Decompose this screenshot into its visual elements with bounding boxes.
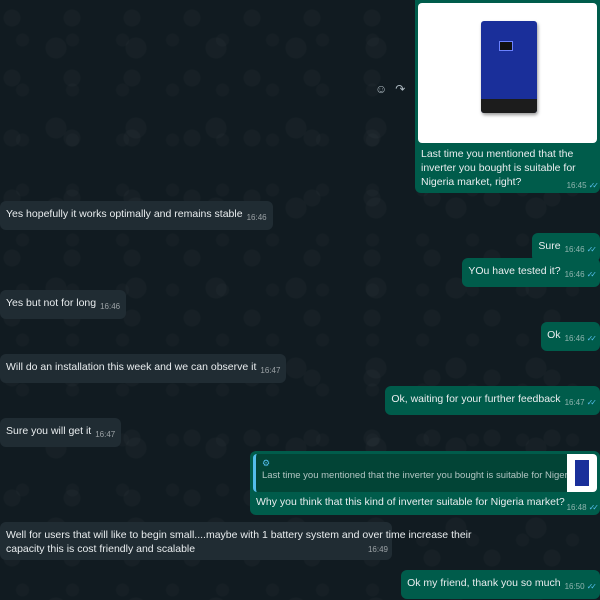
outgoing-message[interactable]: Ok my friend, thank you so much 16:50 ✓✓: [401, 570, 600, 599]
read-ticks-icon: ✓✓: [586, 582, 598, 591]
incoming-message[interactable]: Yes hopefully it works optimally and rem…: [0, 201, 273, 230]
message-time: 16:50: [564, 582, 585, 591]
message-text: Ok, waiting for your further feedback: [391, 393, 561, 405]
message-text-line-2: capacity this is cost friendly and scala…: [6, 543, 196, 555]
incoming-message[interactable]: Will do an installation this week and we…: [0, 354, 287, 383]
forward-icon[interactable]: ↷: [395, 82, 405, 96]
inverter-image[interactable]: [418, 3, 597, 143]
message-time: 16:47: [95, 430, 116, 439]
outgoing-message[interactable]: Ok, waiting for your further feedback 16:…: [385, 386, 600, 415]
message-text: Sure you will get it: [6, 425, 92, 437]
message-time: 16:49: [367, 545, 388, 554]
message-text: Yes but not for long: [6, 297, 97, 309]
message-time: 16:45: [566, 181, 587, 190]
emoji-icon[interactable]: ☺: [375, 82, 387, 96]
quoted-image-thumbnail: [567, 454, 597, 492]
inverter-bottom-panel: [481, 99, 537, 113]
read-ticks-icon: ✓✓: [586, 398, 598, 407]
image-message[interactable]: Last time you mentioned that the inverte…: [415, 0, 600, 193]
message-hover-actions: ☺ ↷: [375, 82, 405, 96]
message-time: 16:46: [564, 245, 585, 254]
message-meta: 16:45 ✓✓: [566, 181, 600, 190]
message-time: 16:48: [566, 503, 587, 512]
message-time: 16:46: [564, 270, 585, 279]
message-time: 16:46: [246, 213, 267, 222]
read-ticks-icon: ✓✓: [588, 503, 600, 512]
incoming-message[interactable]: Well for users that will like to begin s…: [0, 522, 472, 560]
message-text: Yes hopefully it works optimally and rem…: [6, 208, 243, 220]
incoming-message[interactable]: Sure you will get it 16:47: [0, 418, 122, 447]
message-time: 16:46: [100, 302, 121, 311]
message-meta: 16:48 ✓✓: [566, 503, 600, 512]
message-text: Ok my friend, thank you so much: [407, 577, 561, 589]
inverter-thumbnail-graphic: [575, 460, 589, 486]
read-ticks-icon: ✓✓: [586, 334, 598, 343]
message-text: YOu have tested it?: [468, 265, 561, 277]
quote-sender-icon: ⚙: [262, 458, 271, 468]
message-time: 16:47: [564, 398, 585, 407]
quoted-text: Last time you mentioned that the inverte…: [262, 470, 597, 481]
message-time: 16:46: [564, 334, 585, 343]
outgoing-message[interactable]: YOu have tested it? 16:46 ✓✓: [462, 258, 600, 287]
message-text: Sure: [538, 240, 561, 252]
message-meta: 16:49: [368, 543, 388, 557]
message-text: Ok: [547, 329, 561, 341]
quoted-message[interactable]: ⚙ Last time you mentioned that the inver…: [253, 454, 597, 492]
message-text: Why you think that this kind of inverter…: [256, 496, 565, 508]
incoming-message[interactable]: Yes but not for long 16:46: [0, 290, 127, 319]
message-text-line-1: Well for users that will like to begin s…: [6, 529, 472, 541]
read-ticks-icon: ✓✓: [586, 245, 598, 254]
inverter-product-graphic: [481, 21, 537, 113]
read-ticks-icon: ✓✓: [588, 181, 600, 190]
message-text: Will do an installation this week and we…: [6, 361, 257, 373]
message-time: 16:47: [260, 366, 281, 375]
outgoing-message[interactable]: Ok 16:46 ✓✓: [541, 322, 600, 351]
reply-message[interactable]: ⚙ Last time you mentioned that the inver…: [250, 451, 600, 515]
inverter-screen: [499, 41, 513, 51]
read-ticks-icon: ✓✓: [586, 270, 598, 279]
chat-background: Last time you mentioned that the inverte…: [0, 0, 600, 600]
